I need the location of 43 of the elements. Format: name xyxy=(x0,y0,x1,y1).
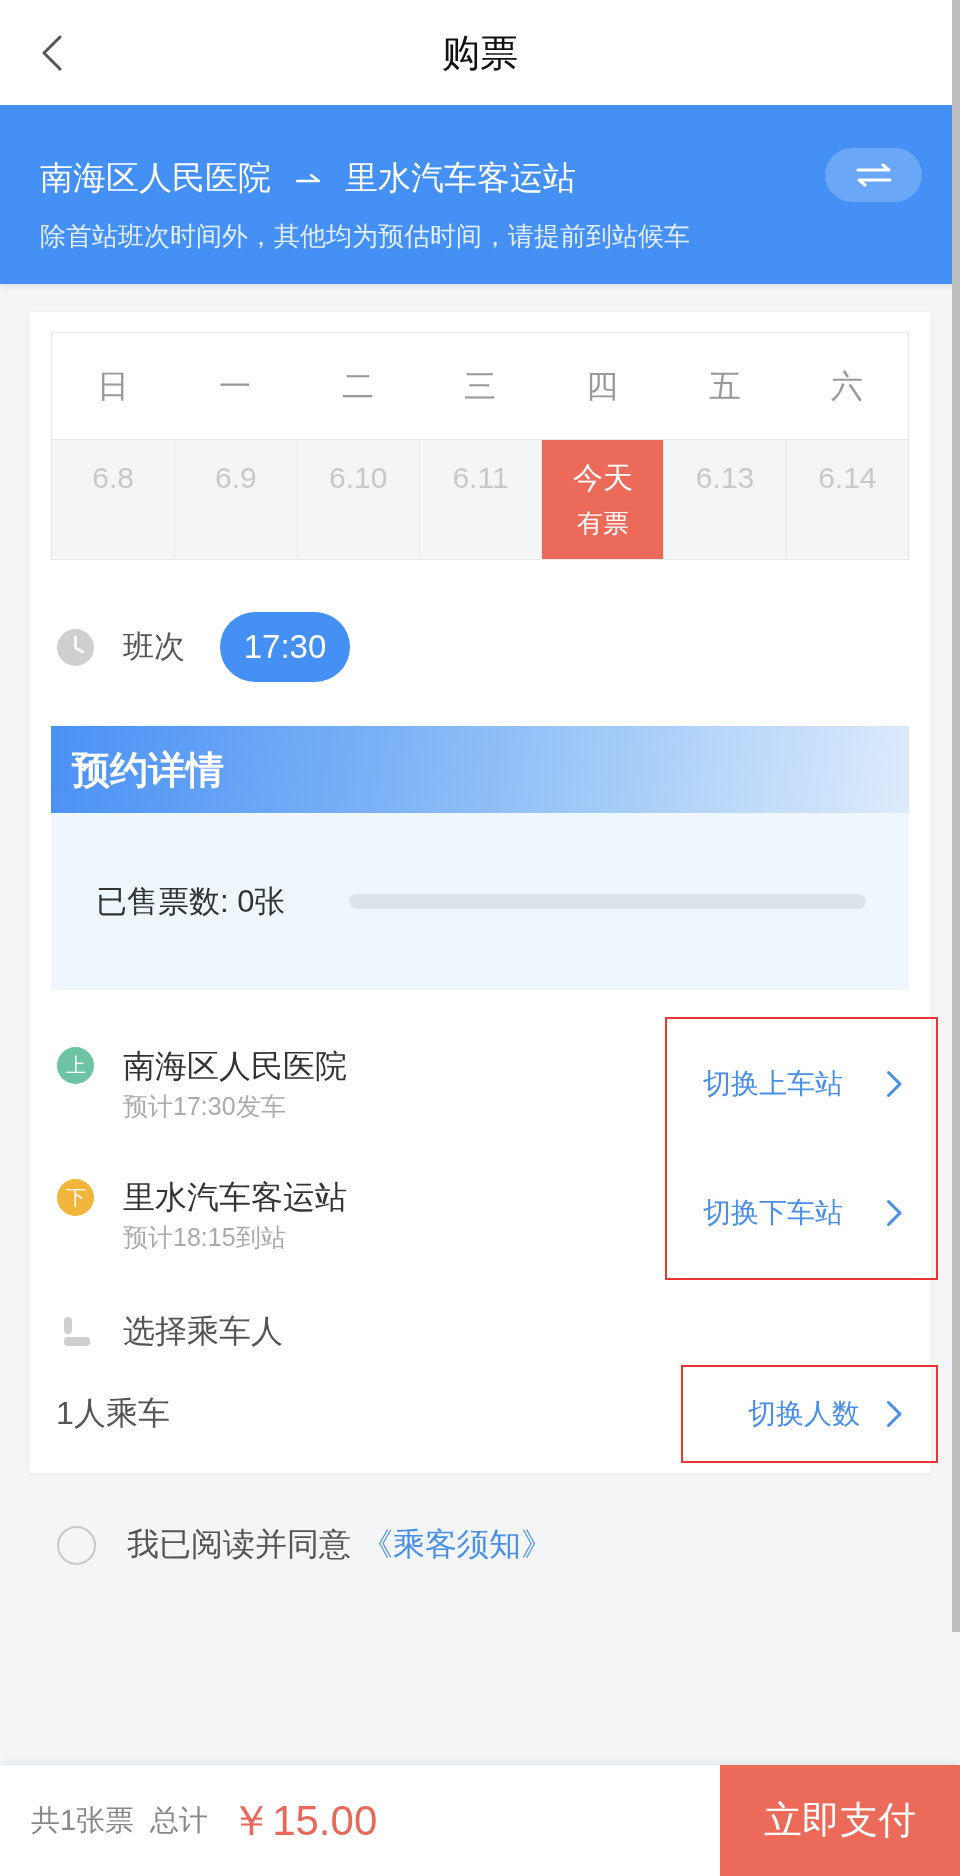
weekday-label: 六 xyxy=(830,367,863,406)
chevron-right-icon xyxy=(886,1069,903,1098)
origin-station: 南海区人民医院 xyxy=(40,158,271,198)
section-title: 预约详情 xyxy=(72,747,224,793)
chevron-right-icon xyxy=(886,1400,903,1428)
weekday-label: 四 xyxy=(586,367,619,406)
date-option[interactable]: 今天 有票 xyxy=(541,439,664,559)
total-price: ￥15.00 xyxy=(230,1795,378,1846)
total-label: 总计 xyxy=(150,1802,209,1838)
page-title: 购票 xyxy=(442,30,518,76)
clock-icon xyxy=(57,628,94,666)
swap-icon xyxy=(855,163,892,187)
agreement-text: 我已阅读并同意 xyxy=(127,1525,351,1564)
weekday-label: 三 xyxy=(464,367,496,406)
back-button[interactable] xyxy=(42,34,62,71)
time-chip[interactable]: 17:30 xyxy=(220,612,350,682)
switch-link[interactable]: 切换人数 xyxy=(748,1395,903,1433)
weekday-label: 一 xyxy=(219,367,252,406)
swap-button[interactable] xyxy=(825,148,922,202)
weekday-label: 二 xyxy=(341,367,374,406)
chevron-right-icon xyxy=(886,1199,903,1228)
schedule-label: 班次 xyxy=(123,628,185,666)
passenger-count: 1人乘车 xyxy=(56,1394,170,1433)
ticket-count: 共1张票 xyxy=(31,1802,135,1838)
station-name: 南海区人民医院 xyxy=(123,1046,347,1086)
agree-radio[interactable] xyxy=(57,1525,96,1565)
station-time: 预计18:15到站 xyxy=(123,1222,286,1254)
terms-link[interactable]: 《乘客须知》 xyxy=(361,1523,553,1567)
station-name: 里水汽车客运站 xyxy=(123,1178,347,1218)
sold-count: 已售票数: 0张 xyxy=(96,882,286,921)
switch-link[interactable]: 切换上车站 xyxy=(703,1064,903,1103)
passenger-label: 选择乘车人 xyxy=(123,1311,283,1351)
station-badge: 上 xyxy=(57,1047,94,1085)
pay-button[interactable]: 立即支付 xyxy=(720,1765,960,1876)
route-note: 除首站班次时间外，其他均为预估时间，请提前到站候车 xyxy=(40,220,690,253)
weekday-label: 五 xyxy=(708,367,741,406)
station-time: 预计17:30发车 xyxy=(123,1090,286,1122)
weekday-label: 日 xyxy=(97,367,130,406)
chevron-left-icon xyxy=(42,34,62,71)
scrollbar[interactable] xyxy=(952,0,960,1632)
station-badge: 下 xyxy=(57,1178,94,1216)
destination-station: 里水汽车客运站 xyxy=(345,158,576,198)
switch-link[interactable]: 切换下车站 xyxy=(703,1194,903,1233)
